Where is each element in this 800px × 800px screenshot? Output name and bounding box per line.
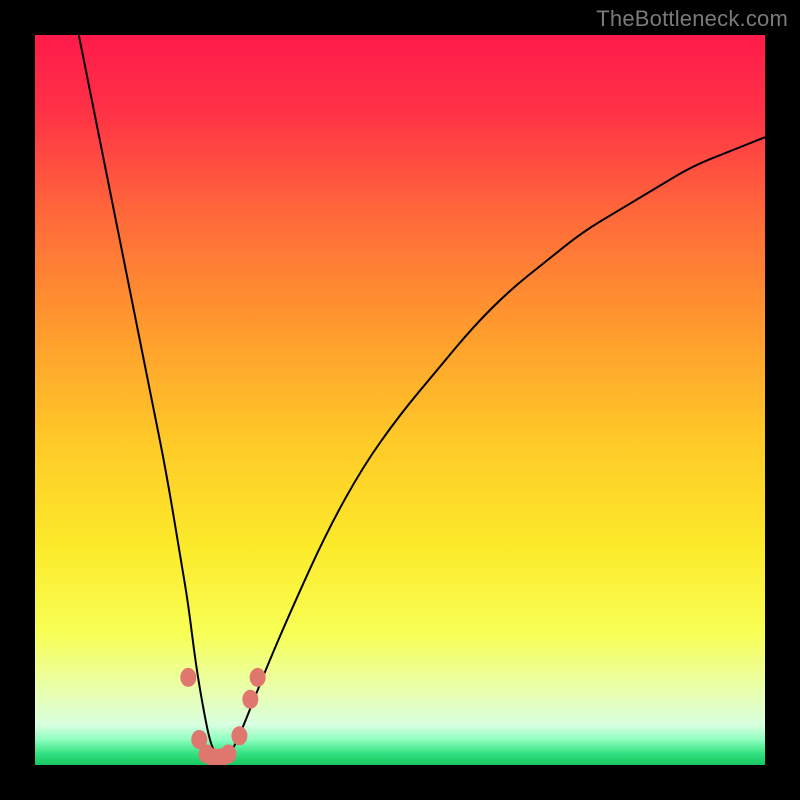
data-marker	[180, 668, 196, 687]
markers-group	[180, 668, 265, 765]
data-marker	[250, 668, 266, 687]
data-marker	[220, 745, 236, 764]
data-marker	[231, 726, 247, 745]
watermark-label: TheBottleneck.com	[596, 6, 788, 32]
chart-frame: TheBottleneck.com	[0, 0, 800, 800]
plot-area	[35, 35, 765, 765]
bottleneck-curve	[79, 35, 765, 758]
curve-layer	[35, 35, 765, 765]
data-marker	[242, 690, 258, 709]
